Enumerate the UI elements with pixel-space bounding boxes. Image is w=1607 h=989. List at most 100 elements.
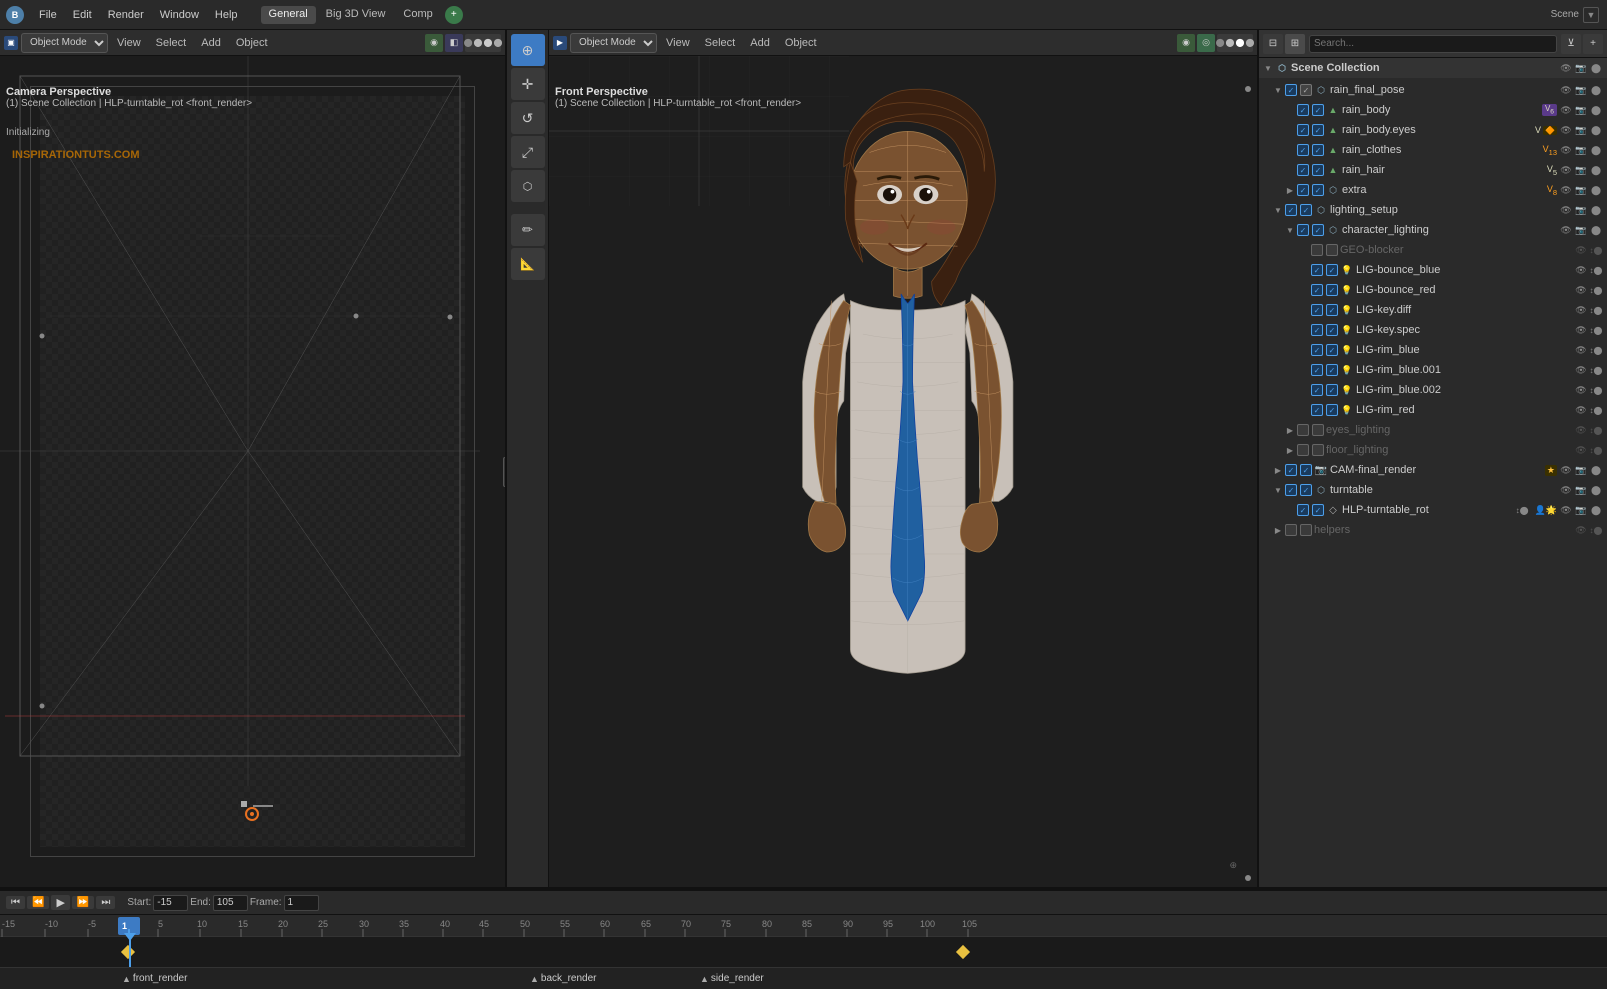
scene-eye-btn[interactable]: 👁 — [1559, 61, 1573, 75]
lig-kd-checkbox[interactable] — [1311, 304, 1323, 316]
char-lighting-checkbox[interactable] — [1297, 224, 1309, 236]
lig-ks-checkbox2[interactable] — [1326, 324, 1338, 336]
floor-lighting-eye[interactable]: 👁 — [1574, 443, 1588, 457]
extra-checkbox[interactable] — [1297, 184, 1309, 196]
timeline-playhead[interactable] — [129, 937, 131, 967]
keyframe-98[interactable] — [956, 945, 970, 959]
char-lighting-render[interactable]: ⬤ — [1589, 223, 1603, 237]
marker-back-render[interactable]: ▲ back_render — [530, 973, 597, 984]
lig-ks-eye[interactable]: 👁 — [1574, 323, 1588, 337]
rain-clothes-eye[interactable]: 👁 — [1559, 143, 1573, 157]
turntable-render[interactable]: ⬤ — [1589, 483, 1603, 497]
turntable-eye[interactable]: 👁 — [1559, 483, 1573, 497]
helpers-eye[interactable]: 👁 — [1574, 523, 1588, 537]
workspace-tab-comp[interactable]: Comp — [395, 6, 440, 24]
floor-lighting-icons[interactable]: ↕⬤ — [1589, 443, 1603, 457]
tree-item-rain-body[interactable]: ▶ ▲ rain_body V6 👁 📷 ⬤ — [1259, 100, 1607, 120]
extra-render[interactable]: ⬤ — [1589, 183, 1603, 197]
left-vp-add[interactable]: Add — [195, 36, 227, 50]
tree-item-rain-clothes[interactable]: ▶ ▲ rain_clothes V13 👁 📷 ⬤ — [1259, 140, 1607, 160]
eyes-lighting-checkbox2[interactable] — [1312, 424, 1324, 436]
menu-help[interactable]: Help — [208, 7, 245, 23]
hlp-render[interactable]: ⬤ — [1589, 503, 1603, 517]
lig-rr-eye[interactable]: 👁 — [1574, 403, 1588, 417]
rain-clothes-checkbox2[interactable] — [1312, 144, 1324, 156]
rain-eyes-checkbox2[interactable] — [1312, 124, 1324, 136]
lig-rb002-icons[interactable]: ↕⬤ — [1589, 383, 1603, 397]
char-lighting-cam[interactable]: 📷 — [1574, 223, 1588, 237]
lig-rb002-checkbox2[interactable] — [1326, 384, 1338, 396]
rain-clothes-cam[interactable]: 📷 — [1574, 143, 1588, 157]
tree-item-lig-bounce-red[interactable]: ▶ 💡 LIG-bounce_red 👁 ↕⬤ — [1259, 280, 1607, 300]
eyes-lighting-eye[interactable]: 👁 — [1574, 423, 1588, 437]
lig-kd-eye[interactable]: 👁 — [1574, 303, 1588, 317]
annotate-tool-btn[interactable]: ✏ — [511, 214, 545, 246]
marker-side-render[interactable]: ▲ side_render — [700, 973, 764, 984]
lig-rr-icons[interactable]: ↕⬤ — [1589, 403, 1603, 417]
right-vp-content[interactable]: .wf { fill: none; stroke: #a0724a; strok… — [549, 56, 1257, 887]
lig-bb-checkbox2[interactable] — [1326, 264, 1338, 276]
geo-blocker-checkbox2[interactable] — [1326, 244, 1338, 256]
scene-camera-btn[interactable]: 📷 — [1574, 61, 1588, 75]
lighting-setup-checkbox2[interactable] — [1300, 204, 1312, 216]
rain-pose-eye[interactable]: 👁 — [1559, 83, 1573, 97]
lig-bb-eye[interactable]: 👁 — [1574, 263, 1588, 277]
lighting-setup-checkbox[interactable] — [1285, 204, 1297, 216]
lig-rb001-icons[interactable]: ↕⬤ — [1589, 363, 1603, 377]
right-vp-select[interactable]: Select — [699, 36, 742, 50]
geo-blocker-icons[interactable]: ↕⬤ — [1589, 243, 1603, 257]
timeline-current-input[interactable] — [284, 895, 319, 911]
rain-body-render[interactable]: ⬤ — [1589, 103, 1603, 117]
lig-rb002-eye[interactable]: 👁 — [1574, 383, 1588, 397]
lig-rb001-checkbox2[interactable] — [1326, 364, 1338, 376]
cursor-tool-btn[interactable]: ⊕ — [511, 34, 545, 66]
hlp-cam[interactable]: 📷 — [1574, 503, 1588, 517]
lig-rb-icons[interactable]: ↕⬤ — [1589, 343, 1603, 357]
helpers-checkbox2[interactable] — [1300, 524, 1312, 536]
right-vp-icon[interactable]: ▶ — [553, 36, 567, 50]
lig-br-icons[interactable]: ↕⬤ — [1589, 283, 1603, 297]
tree-item-floor-lighting[interactable]: ▶ floor_lighting 👁 ↕⬤ — [1259, 440, 1607, 460]
rain-eyes-checkbox[interactable] — [1297, 124, 1309, 136]
hlp-checkbox2[interactable] — [1312, 504, 1324, 516]
left-vp-shading-btn[interactable]: ◧ — [445, 34, 463, 52]
lig-bb-icons[interactable]: ↕⬤ — [1589, 263, 1603, 277]
floor-lighting-checkbox2[interactable] — [1312, 444, 1324, 456]
lig-kd-icons[interactable]: ↕⬤ — [1589, 303, 1603, 317]
extra-checkbox2[interactable] — [1312, 184, 1324, 196]
lig-rb001-checkbox[interactable] — [1311, 364, 1323, 376]
timeline-play-btn[interactable]: ▶ — [51, 895, 69, 910]
tree-item-helpers[interactable]: ▶ helpers 👁 ↕⬤ — [1259, 520, 1607, 540]
tree-item-lig-key-diff[interactable]: ▶ 💡 LIG-key.diff 👁 ↕⬤ — [1259, 300, 1607, 320]
menu-render[interactable]: Render — [101, 7, 151, 23]
timeline-ruler[interactable]: -15 -10 -5 1 5 10 15 — [0, 915, 1607, 937]
tree-item-rain-body-eyes[interactable]: ▶ ▲ rain_body.eyes V 🔶 👁 📷 ⬤ — [1259, 120, 1607, 140]
timeline-end-input[interactable] — [213, 895, 248, 911]
timeline-start-btn[interactable]: ⏮ — [6, 896, 25, 909]
right-vp-view[interactable]: View — [660, 36, 696, 50]
lighting-render[interactable]: ⬤ — [1589, 203, 1603, 217]
props-add-btn[interactable]: + — [1583, 34, 1603, 54]
floor-lighting-checkbox[interactable] — [1297, 444, 1309, 456]
tree-item-char-lighting[interactable]: ▼ ⬡ character_lighting 👁 📷 ⬤ — [1259, 220, 1607, 240]
marker-front-render[interactable]: ▲ front_render — [122, 973, 187, 984]
lig-br-checkbox[interactable] — [1311, 284, 1323, 296]
lig-ks-icons[interactable]: ↕⬤ — [1589, 323, 1603, 337]
lig-kd-checkbox2[interactable] — [1326, 304, 1338, 316]
props-mode-btn[interactable]: ⊞ — [1285, 34, 1305, 54]
helpers-icons[interactable]: ↕⬤ — [1589, 523, 1603, 537]
cam-final-render[interactable]: ⬤ — [1589, 463, 1603, 477]
tree-item-rain-hair[interactable]: ▶ ▲ rain_hair V5 👁 📷 ⬤ — [1259, 160, 1607, 180]
geo-blocker-eye[interactable]: 👁 — [1574, 243, 1588, 257]
rain-pose-cam[interactable]: 📷 — [1574, 83, 1588, 97]
lig-rb-checkbox[interactable] — [1311, 344, 1323, 356]
rain-pose-checkbox[interactable] — [1285, 84, 1297, 96]
extra-cam[interactable]: 📷 — [1574, 183, 1588, 197]
hlp-eye[interactable]: 👁 — [1559, 503, 1573, 517]
props-search-input[interactable] — [1309, 35, 1557, 53]
lighting-eye[interactable]: 👁 — [1559, 203, 1573, 217]
geo-blocker-checkbox[interactable] — [1311, 244, 1323, 256]
tree-item-rain-final-pose[interactable]: ▼ ✓ ⬡ rain_final_pose 👁 📷 ⬤ — [1259, 80, 1607, 100]
lig-bb-checkbox[interactable] — [1311, 264, 1323, 276]
workspace-tab-general[interactable]: General — [261, 6, 316, 24]
